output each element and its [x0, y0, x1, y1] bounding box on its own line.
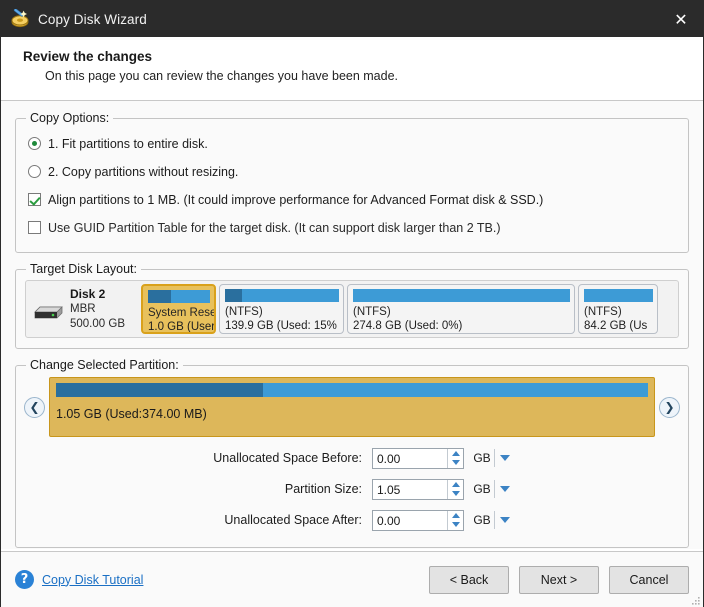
copy-disk-tutorial-link[interactable]: Copy Disk Tutorial: [42, 573, 143, 587]
partition-size-input[interactable]: 1.05: [373, 480, 447, 499]
stepper-buttons: [447, 511, 463, 530]
partition-size-stepper[interactable]: 1.05: [372, 479, 464, 500]
help-question-icon[interactable]: ?: [15, 570, 34, 589]
unit-chevron-down-icon[interactable]: [494, 449, 514, 467]
partition-box[interactable]: System Rese 1.0 GB (User: [141, 284, 216, 334]
partition-size: 1.0 GB (User: [148, 320, 210, 334]
option-label: Align partitions to 1 MB. (It could impr…: [48, 193, 543, 207]
unallocated-before-input[interactable]: 0.00: [373, 449, 447, 468]
option-use-gpt[interactable]: Use GUID Partition Table for the target …: [28, 215, 676, 240]
target-disk-layout-group: Target Disk Layout: Disk 2 MBR: [15, 262, 689, 349]
footer-bar: ? Copy Disk Tutorial < Back Next > Cance…: [1, 551, 703, 607]
stepper-down-icon[interactable]: [448, 458, 463, 468]
radio-fit-partitions[interactable]: [28, 137, 41, 150]
stepper-up-icon[interactable]: [448, 449, 463, 459]
stepper-down-icon[interactable]: [448, 489, 463, 499]
unallocated-after-input[interactable]: 0.00: [373, 511, 447, 530]
target-disk-layout-legend: Target Disk Layout:: [26, 262, 141, 276]
partition-usage-bar: [148, 290, 210, 303]
page-subtitle: On this page you can review the changes …: [23, 69, 703, 83]
resize-grip-icon[interactable]: [689, 593, 701, 605]
change-selected-partition-inner: ❮ 1.05 GB (Used:374.00 MB) ❯ Unallocated…: [16, 372, 688, 547]
stepper-up-icon[interactable]: [448, 480, 463, 490]
next-button[interactable]: Next >: [519, 566, 599, 594]
partition-box[interactable]: (NTFS) 274.8 GB (Used: 0%): [347, 284, 575, 334]
field-partition-size: Partition Size: 1.05 GB: [24, 475, 680, 503]
disk-panel: Disk 2 MBR 500.00 GB System Rese 1.0 GB …: [25, 280, 679, 338]
cancel-button[interactable]: Cancel: [609, 566, 689, 594]
disk-info: Disk 2 MBR 500.00 GB: [29, 284, 141, 334]
partition-size: 274.8 GB (Used: 0%): [353, 319, 570, 333]
selected-partition-row: ❮ 1.05 GB (Used:374.00 MB) ❯: [24, 376, 680, 438]
page-title: Review the changes: [23, 49, 703, 64]
unit-label: GB: [464, 513, 494, 527]
checkbox-align-partitions[interactable]: [28, 193, 41, 206]
partition-size: 84.2 GB (Us: [584, 319, 653, 333]
selected-partition-box[interactable]: 1.05 GB (Used:374.00 MB): [49, 377, 655, 437]
field-unallocated-space-after: Unallocated Space After: 0.00 GB: [24, 506, 680, 534]
partition-size: 139.9 GB (Used: 15%: [225, 319, 339, 333]
partition-usage-bar: [225, 289, 339, 302]
stepper-buttons: [447, 449, 463, 468]
wizard-buttons: < Back Next > Cancel: [429, 566, 689, 594]
option-copy-without-resizing[interactable]: 2. Copy partitions without resizing.: [28, 159, 676, 184]
page-body: Copy Options: 1. Fit partitions to entir…: [1, 101, 703, 549]
partition-filesystem: (NTFS): [584, 305, 653, 319]
selected-partition-usage-bar: [56, 383, 648, 397]
close-icon[interactable]: ✕: [659, 1, 703, 37]
unit-chevron-down-icon[interactable]: [494, 480, 514, 498]
partition-box[interactable]: (NTFS) 84.2 GB (Us: [578, 284, 658, 334]
partition-filesystem: (NTFS): [225, 305, 339, 319]
hard-disk-icon: [33, 299, 63, 319]
unit-chevron-down-icon[interactable]: [494, 511, 514, 529]
page-header: Review the changes On this page you can …: [1, 37, 703, 101]
partition-filesystem: (NTFS): [353, 305, 570, 319]
partition-list: System Rese 1.0 GB (User (NTFS) 139.9 GB…: [141, 284, 675, 334]
partition-filesystem: System Rese: [148, 306, 210, 320]
partition-used-fill: [148, 290, 171, 303]
disk-size: 500.00 GB: [70, 317, 125, 332]
field-unallocated-space-before: Unallocated Space Before: 0.00 GB: [24, 444, 680, 472]
window-title: Copy Disk Wizard: [38, 12, 147, 27]
selected-partition-label: 1.05 GB (Used:374.00 MB): [56, 407, 648, 421]
field-label: Unallocated Space After:: [24, 513, 372, 527]
partition-size-fields: Unallocated Space Before: 0.00 GB Pa: [24, 438, 680, 534]
checkbox-use-gpt[interactable]: [28, 221, 41, 234]
next-partition-icon[interactable]: ❯: [659, 397, 680, 418]
stepper-down-icon[interactable]: [448, 520, 463, 530]
back-button[interactable]: < Back: [429, 566, 509, 594]
field-label: Partition Size:: [24, 482, 372, 496]
change-selected-partition-group: Change Selected Partition: ❮ 1.05 GB (Us…: [15, 358, 689, 548]
copy-disk-wizard-window: Copy Disk Wizard ✕ Review the changes On…: [0, 0, 704, 607]
field-label: Unallocated Space Before:: [24, 451, 372, 465]
copy-options-legend: Copy Options:: [26, 111, 113, 125]
unit-label: GB: [464, 482, 494, 496]
disk-meta: Disk 2 MBR 500.00 GB: [70, 287, 125, 332]
partition-used-fill: [225, 289, 242, 302]
option-fit-partitions[interactable]: 1. Fit partitions to entire disk.: [28, 131, 676, 156]
change-selected-partition-legend: Change Selected Partition:: [26, 358, 183, 372]
partition-box[interactable]: (NTFS) 139.9 GB (Used: 15%: [219, 284, 344, 334]
prev-partition-icon[interactable]: ❮: [24, 397, 45, 418]
selected-partition-used-fill: [56, 383, 263, 397]
copy-options-list: 1. Fit partitions to entire disk. 2. Cop…: [16, 125, 688, 252]
stepper-buttons: [447, 480, 463, 499]
disk-name: Disk 2: [70, 287, 125, 302]
unallocated-after-stepper[interactable]: 0.00: [372, 510, 464, 531]
stepper-up-icon[interactable]: [448, 511, 463, 521]
unallocated-before-stepper[interactable]: 0.00: [372, 448, 464, 469]
option-label: Use GUID Partition Table for the target …: [48, 221, 501, 235]
option-align-partitions[interactable]: Align partitions to 1 MB. (It could impr…: [28, 187, 676, 212]
partition-usage-bar: [584, 289, 653, 302]
help-area: ? Copy Disk Tutorial: [15, 570, 429, 589]
partition-usage-bar: [353, 289, 570, 302]
title-bar: Copy Disk Wizard ✕: [1, 1, 703, 37]
option-label: 1. Fit partitions to entire disk.: [48, 137, 208, 151]
option-label: 2. Copy partitions without resizing.: [48, 165, 238, 179]
radio-copy-without-resizing[interactable]: [28, 165, 41, 178]
copy-options-group: Copy Options: 1. Fit partitions to entir…: [15, 111, 689, 253]
copy-disk-wizard-icon: [10, 9, 30, 29]
disk-scheme: MBR: [70, 302, 125, 317]
unit-label: GB: [464, 451, 494, 465]
